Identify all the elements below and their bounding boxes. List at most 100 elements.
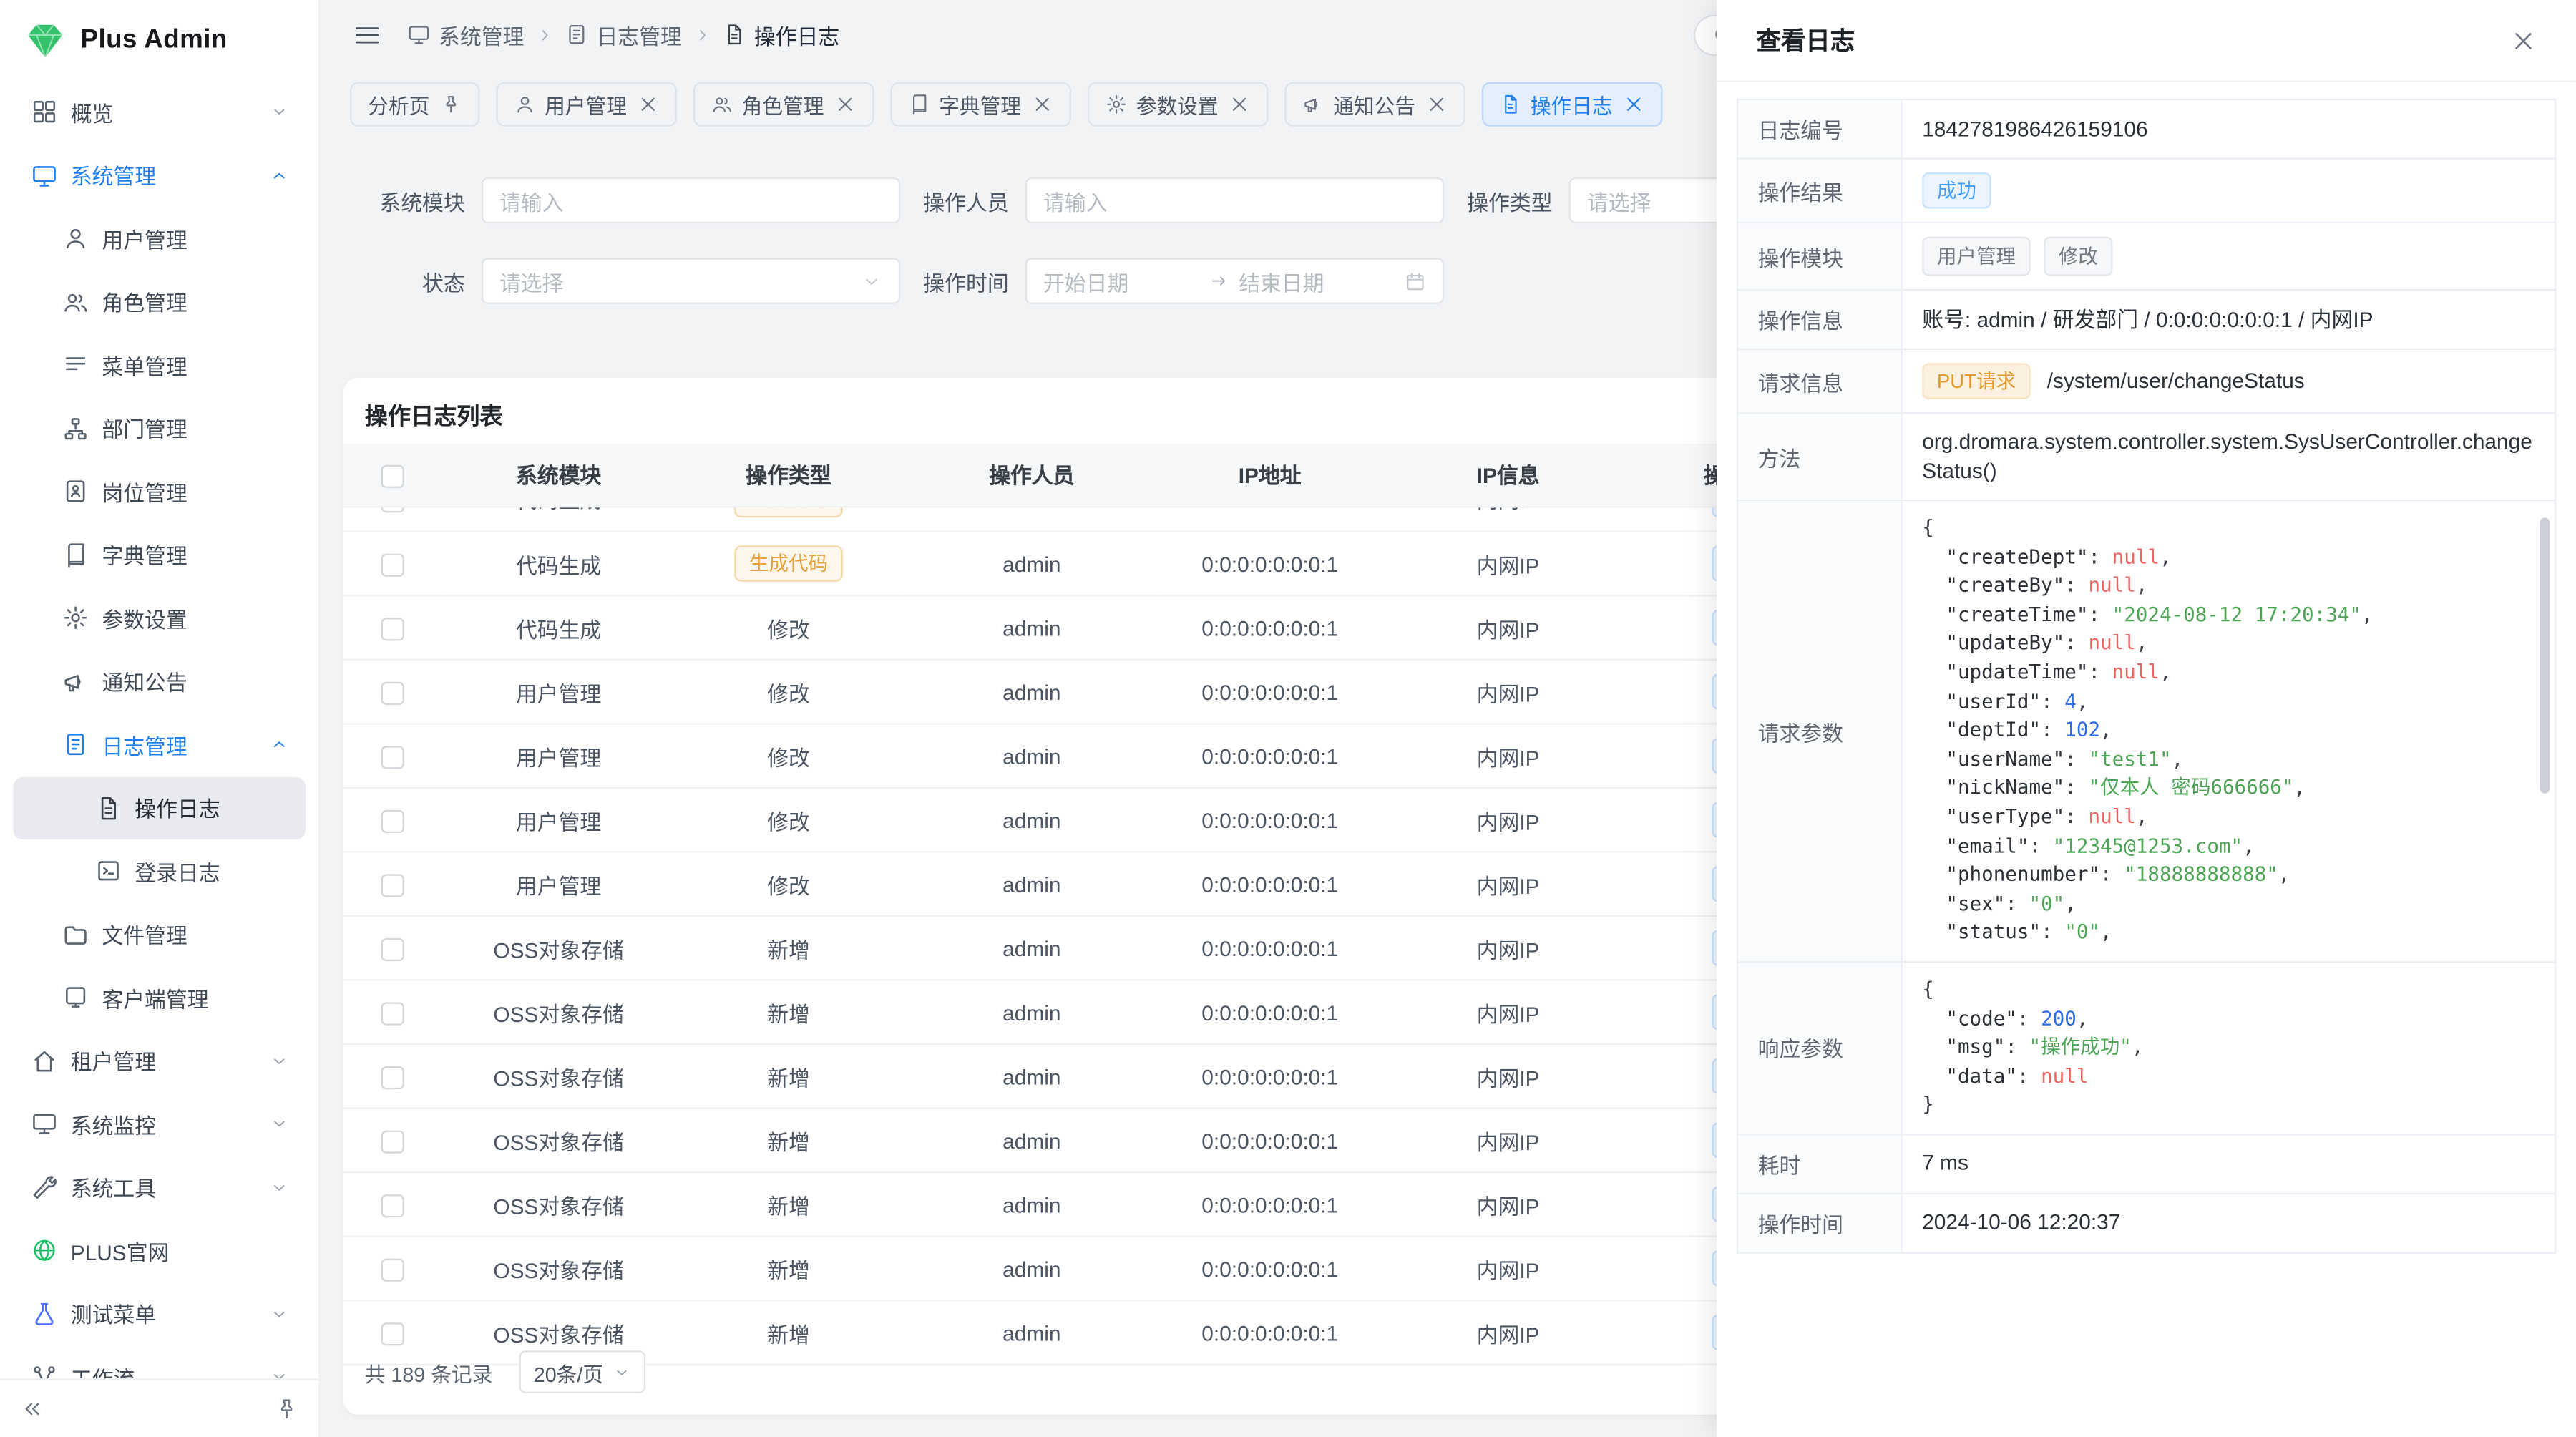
- close-tab-icon[interactable]: [1031, 93, 1053, 115]
- tab-analysis[interactable]: 分析页: [350, 82, 479, 126]
- json-token: {: [1922, 516, 1934, 539]
- row-checkbox[interactable]: [381, 874, 404, 897]
- breadcrumb-item-operation-log[interactable]: 操作日志: [723, 19, 839, 50]
- collapse-sidebar-icon[interactable]: [20, 1397, 44, 1421]
- row-checkbox[interactable]: [381, 681, 404, 704]
- tab-notice[interactable]: 通知公告: [1284, 82, 1465, 126]
- close-icon[interactable]: [2510, 27, 2537, 54]
- sidebar-item-overview[interactable]: 概览: [13, 80, 306, 143]
- cell-operation-type: 修改: [675, 595, 902, 660]
- cell-operation-type: 修改: [675, 660, 902, 724]
- row-checkbox[interactable]: [381, 618, 404, 640]
- row-checkbox[interactable]: [381, 809, 404, 832]
- cell-module: OSS对象存储: [442, 980, 675, 1045]
- display-icon: [31, 1111, 58, 1138]
- filter-status-input[interactable]: 请选择: [482, 258, 900, 303]
- sidebar-item-menu-mgmt[interactable]: 菜单管理: [13, 333, 306, 396]
- sidebar-item-role-mgmt[interactable]: 角色管理: [13, 271, 306, 333]
- sidebar-item-dict-mgmt[interactable]: 字典管理: [13, 523, 306, 586]
- sidebar-item-tenant-mgmt[interactable]: 租户管理: [13, 1029, 306, 1092]
- json-token: "18888888888": [2124, 863, 2278, 886]
- row-checkbox[interactable]: [381, 1066, 404, 1089]
- json-token: "12345@1253.com": [2053, 834, 2243, 857]
- tab-operation-log[interactable]: 操作日志: [1481, 82, 1662, 126]
- sidebar-item-param-settings[interactable]: 参数设置: [13, 587, 306, 650]
- row-checkbox[interactable]: [381, 1002, 404, 1025]
- close-tab-icon[interactable]: [1228, 93, 1249, 115]
- sidebar-item-test-menu[interactable]: 测试菜单: [13, 1282, 306, 1345]
- row-checkbox[interactable]: [381, 1258, 404, 1281]
- tab-role-mgmt[interactable]: 角色管理: [693, 82, 874, 126]
- sidebar-item-notice[interactable]: 通知公告: [13, 650, 306, 713]
- json-token: "操作成功": [2029, 1036, 2132, 1058]
- pin-icon[interactable]: [439, 93, 461, 115]
- breadcrumb-item-log-mgmt[interactable]: 日志管理: [565, 19, 682, 50]
- sidebar-item-log-mgmt[interactable]: 日志管理: [13, 713, 306, 776]
- json-token: ,: [2077, 1006, 2089, 1029]
- breadcrumb-item-system-mgmt[interactable]: 系统管理: [407, 19, 524, 50]
- table-row: 代码生成生成代码admin0:0:0:0:0:0:0:1内网IP成功: [343, 532, 1855, 596]
- filter-label: 状态: [379, 266, 464, 297]
- home-icon: [31, 1048, 58, 1074]
- cell-module: OSS对象存储: [442, 1044, 675, 1109]
- tab-label: 角色管理: [742, 88, 824, 120]
- tab-user-mgmt[interactable]: 用户管理: [495, 82, 676, 126]
- row-checkbox[interactable]: [381, 1194, 404, 1217]
- cell-ip: 0:0:0:0:0:0:0:1: [1161, 788, 1378, 852]
- sidebar-item-file-mgmt[interactable]: 文件管理: [13, 903, 306, 966]
- close-tab-icon[interactable]: [1425, 93, 1447, 115]
- row-checkbox[interactable]: [381, 937, 404, 960]
- menu-toggle-icon[interactable]: [353, 21, 381, 49]
- sidebar-item-operation-log[interactable]: 操作日志: [13, 776, 306, 839]
- operation-type-text: 修改: [767, 745, 810, 769]
- filter-status: 状态 请选择: [379, 258, 900, 303]
- row-checkbox[interactable]: [381, 1322, 404, 1345]
- cell-ip-info: 内网IP: [1378, 852, 1638, 916]
- json-line: "phonenumber": "18888888888",: [1922, 861, 2534, 890]
- sidebar-item-system-mgmt[interactable]: 系统管理: [13, 144, 306, 207]
- close-tab-icon[interactable]: [637, 93, 658, 115]
- cell-ip-info: 内网IP: [1378, 724, 1638, 788]
- filter-operator-input[interactable]: 请输入: [1025, 177, 1444, 223]
- json-token: "updateTime": [1922, 661, 2088, 683]
- sidebar-item-dept-mgmt[interactable]: 部门管理: [13, 396, 306, 459]
- select-all-header: [343, 444, 442, 506]
- cell-ip-info: 内网IP: [1378, 1237, 1638, 1301]
- sidebar-item-system-monitor[interactable]: 系统监控: [13, 1093, 306, 1156]
- operation-type-badge: 生成代码: [734, 507, 843, 517]
- field-value-request-params: { "createDept": null, "createBy": null, …: [1902, 500, 2556, 962]
- scrollbar-thumb[interactable]: [2540, 517, 2550, 794]
- sidebar-item-workflow[interactable]: 工作流: [13, 1345, 306, 1378]
- json-token: :: [2088, 545, 2112, 568]
- select-all-checkbox[interactable]: [381, 464, 404, 487]
- tab-param-settings[interactable]: 参数设置: [1087, 82, 1268, 126]
- cell-operator: admin: [902, 788, 1161, 852]
- json-token: "sex": [1922, 892, 2005, 915]
- row-checkbox[interactable]: [381, 553, 404, 576]
- close-tab-icon[interactable]: [1622, 93, 1644, 115]
- cell-ip: 0:0:0:0:0:0:0:1: [1161, 724, 1378, 788]
- sidebar-item-user-mgmt[interactable]: 用户管理: [13, 207, 306, 270]
- row-checkbox[interactable]: [381, 1130, 404, 1153]
- filter-operation-time-input[interactable]: 开始日期结束日期: [1025, 258, 1444, 303]
- app-logo[interactable]: Plus Admin: [0, 0, 318, 80]
- row-checkbox[interactable]: [381, 507, 404, 512]
- cell-module: OSS对象存储: [442, 1172, 675, 1237]
- column-header: IP地址: [1161, 444, 1378, 506]
- close-tab-icon[interactable]: [834, 93, 855, 115]
- sidebar-item-client-mgmt[interactable]: 客户端管理: [13, 966, 306, 1029]
- pin-sidebar-icon[interactable]: [274, 1397, 298, 1421]
- sidebar-item-post-mgmt[interactable]: 岗位管理: [13, 460, 306, 523]
- page-size-select[interactable]: 20条/页: [519, 1350, 646, 1393]
- row-checkbox[interactable]: [381, 746, 404, 769]
- sidebar-item-plus-site[interactable]: PLUS官网: [13, 1219, 306, 1282]
- input-placeholder: 请选择: [499, 266, 851, 297]
- json-token: ,: [2136, 574, 2148, 597]
- sidebar-item-login-log[interactable]: 登录日志: [13, 839, 306, 902]
- sidebar-item-system-tools[interactable]: 系统工具: [13, 1156, 306, 1219]
- filter-system-module-input[interactable]: 请输入: [482, 177, 900, 223]
- json-token: null: [2112, 661, 2160, 683]
- tab-dict-mgmt[interactable]: 字典管理: [889, 82, 1070, 126]
- json-line: "userName": "test1",: [1922, 746, 2534, 774]
- json-line: {: [1922, 515, 2534, 543]
